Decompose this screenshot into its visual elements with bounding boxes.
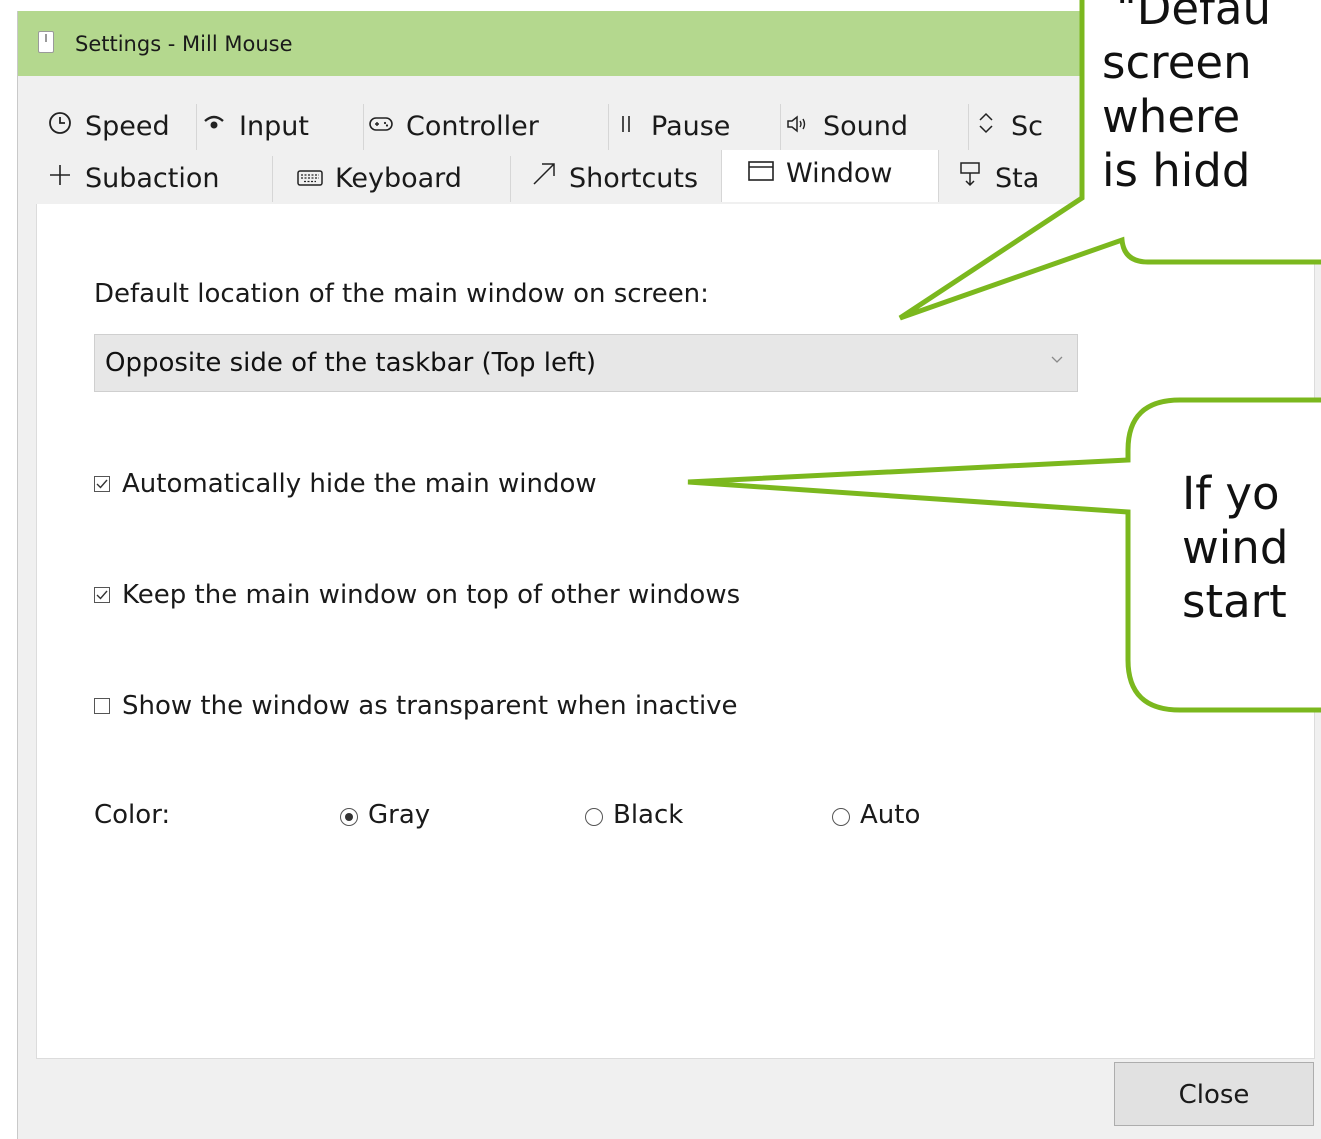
callout-1-line-3: where	[1102, 90, 1241, 143]
callout-1-line-1: "Defau	[1116, 0, 1271, 35]
callout-1-line-2: screen	[1102, 36, 1252, 89]
callout-2-line-2: wind	[1182, 521, 1289, 574]
callout-2-line-1: If yo	[1182, 467, 1280, 520]
callout-1-line-4: is hidd	[1102, 144, 1251, 197]
callout-2-line-3: start	[1182, 575, 1287, 628]
